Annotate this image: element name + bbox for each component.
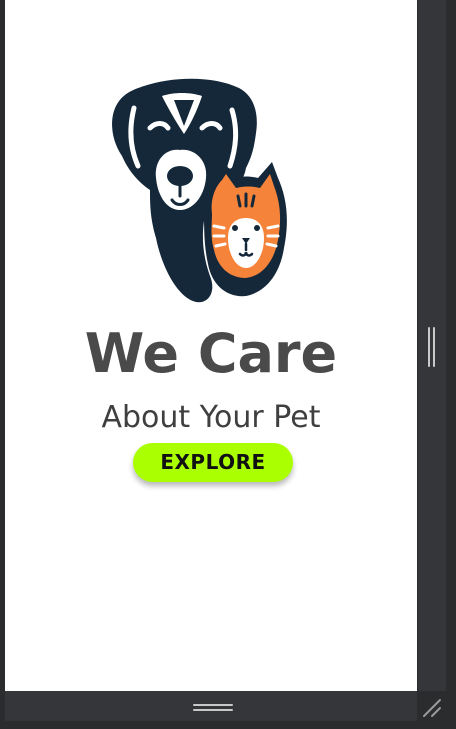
- hero-headline: We Care: [84, 322, 338, 385]
- page-viewport: We Care About Your Pet EXPLORE: [5, 0, 417, 691]
- dog-and-cat-logo-icon: [112, 78, 287, 303]
- hero-subheadline: About Your Pet: [101, 400, 321, 435]
- drag-handle-vertical-icon[interactable]: [427, 327, 437, 367]
- drag-handle-horizontal-icon[interactable]: [193, 702, 233, 714]
- explore-button[interactable]: EXPLORE: [133, 443, 293, 482]
- resize-corner-icon[interactable]: [420, 696, 444, 720]
- device-frame: We Care About Your Pet EXPLORE: [0, 0, 456, 729]
